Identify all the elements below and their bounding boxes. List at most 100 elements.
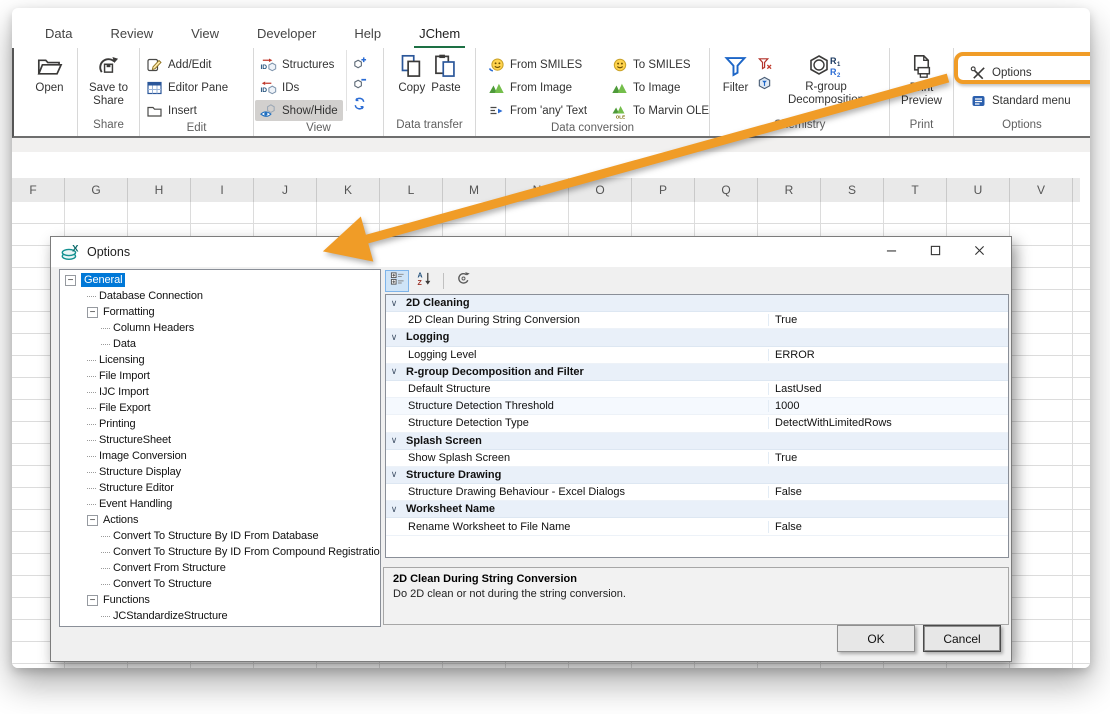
editor-pane-button[interactable]: Editor Pane (141, 77, 233, 98)
property-category-structure-drawing[interactable]: ∨Structure Drawing (386, 467, 1008, 484)
clear-filter-icon[interactable] (757, 56, 772, 71)
property-value[interactable]: True (768, 314, 1008, 326)
collapse-chevron-icon[interactable]: ∨ (386, 469, 402, 480)
refresh-icon[interactable] (352, 96, 367, 111)
tree-item-image-conversion[interactable]: Image Conversion (60, 448, 380, 464)
property-row-rename-worksheet-to-file-name[interactable]: Rename Worksheet to File NameFalse (386, 518, 1008, 535)
from-smiles-button[interactable]: From SMILES (483, 54, 587, 75)
tree-item-file-export[interactable]: File Export (60, 400, 380, 416)
property-category-r-group-decomposition-and-filter[interactable]: ∨R-group Decomposition and Filter (386, 364, 1008, 381)
tree-item-licensing[interactable]: Licensing (60, 352, 380, 368)
hexagon-minus-icon[interactable] (352, 76, 367, 91)
tree-item-printing[interactable]: Printing (60, 416, 380, 432)
hexagon-filter-icon[interactable] (757, 76, 772, 91)
tree-item-data[interactable]: Data (60, 336, 380, 352)
column-header-v[interactable]: V (1010, 178, 1073, 202)
tree-item-formatting[interactable]: −Formatting (60, 304, 380, 320)
ids-button[interactable]: ID IDs (255, 77, 304, 98)
menu-tab-data[interactable]: Data (26, 20, 91, 47)
insert-button[interactable]: Insert (141, 100, 202, 121)
tree-item-functions[interactable]: −Functions (60, 592, 380, 608)
close-button[interactable] (957, 239, 1001, 265)
property-row-2d-clean-during-string-conversion[interactable]: 2D Clean During String ConversionTrue (386, 312, 1008, 329)
property-value[interactable]: True (768, 452, 1008, 464)
dialog-title-bar[interactable]: X Options (51, 237, 1011, 267)
menu-tab-jchem[interactable]: JChem (400, 20, 479, 47)
tree-expander-icon[interactable]: − (87, 515, 98, 526)
property-row-structure-detection-type[interactable]: Structure Detection TypeDetectWithLimite… (386, 415, 1008, 432)
property-row-show-splash-screen[interactable]: Show Splash ScreenTrue (386, 450, 1008, 467)
open-button[interactable]: Open (32, 50, 66, 95)
tree-item-structure-editor[interactable]: Structure Editor (60, 480, 380, 496)
property-value[interactable]: DetectWithLimitedRows (768, 417, 1008, 429)
save-to-share-button[interactable]: Save to Share (79, 50, 138, 108)
minimize-button[interactable] (869, 239, 913, 265)
tree-item-ijc-import[interactable]: IJC Import (60, 384, 380, 400)
collapse-chevron-icon[interactable]: ∨ (386, 435, 402, 446)
column-header-g[interactable]: G (65, 178, 128, 202)
menu-tab-developer[interactable]: Developer (238, 20, 335, 47)
property-row-default-structure[interactable]: Default StructureLastUsed (386, 381, 1008, 398)
from-any-text-button[interactable]: From 'any' Text (483, 100, 592, 121)
property-value[interactable]: LastUsed (768, 383, 1008, 395)
tree-item-database-connection[interactable]: Database Connection (60, 288, 380, 304)
property-value[interactable]: False (768, 486, 1008, 498)
ok-button[interactable]: OK (837, 625, 915, 652)
column-header-q[interactable]: Q (695, 178, 758, 202)
collapse-chevron-icon[interactable]: ∨ (386, 366, 402, 377)
show-hide-button[interactable]: Show/Hide (255, 100, 343, 121)
from-image-button[interactable]: From Image (483, 77, 577, 98)
tree-expander-icon[interactable]: − (65, 275, 76, 286)
maximize-button[interactable] (913, 239, 957, 265)
column-header-o[interactable]: O (569, 178, 632, 202)
property-value[interactable]: 1000 (768, 400, 1008, 412)
tree-item-column-headers[interactable]: Column Headers (60, 320, 380, 336)
categorized-view-button[interactable] (385, 270, 409, 292)
tree-item-structure-display[interactable]: Structure Display (60, 464, 380, 480)
reset-button[interactable] (451, 270, 475, 292)
to-marvin-ole-button[interactable]: OLE To Marvin OLE (606, 100, 714, 121)
column-header-j[interactable]: J (254, 178, 317, 202)
tree-item-structuresheet[interactable]: StructureSheet (60, 432, 380, 448)
collapse-chevron-icon[interactable]: ∨ (386, 298, 402, 309)
column-header-r[interactable]: R (758, 178, 821, 202)
property-value[interactable]: False (768, 521, 1008, 533)
column-header-u[interactable]: U (947, 178, 1010, 202)
property-category-2d-cleaning[interactable]: ∨2D Cleaning (386, 295, 1008, 312)
cancel-button[interactable]: Cancel (923, 625, 1001, 652)
filter-button[interactable]: Filter (719, 50, 752, 95)
options-button[interactable]: Options (965, 63, 1037, 84)
menu-tab-review[interactable]: Review (91, 20, 172, 47)
standard-menu-button[interactable]: Standard menu (965, 91, 1076, 112)
tree-item-convert-to-structure-by-id-from-compound-registration[interactable]: Convert To Structure By ID From Compound… (60, 544, 380, 560)
tree-item-file-import[interactable]: File Import (60, 368, 380, 384)
alphabetical-sort-button[interactable]: AZ (412, 270, 436, 292)
tree-item-jcstandardizestructure[interactable]: JCStandardizeStructure (60, 608, 380, 624)
column-header-h[interactable]: H (128, 178, 191, 202)
property-category-logging[interactable]: ∨Logging (386, 329, 1008, 346)
collapse-chevron-icon[interactable]: ∨ (386, 332, 402, 343)
hexagon-plus-icon[interactable] (352, 56, 367, 71)
column-header-p[interactable]: P (632, 178, 695, 202)
column-header-k[interactable]: K (317, 178, 380, 202)
to-smiles-button[interactable]: To SMILES (606, 54, 696, 75)
property-category-worksheet-name[interactable]: ∨Worksheet Name (386, 501, 1008, 518)
collapse-chevron-icon[interactable]: ∨ (386, 504, 402, 515)
menu-tab-help[interactable]: Help (335, 20, 400, 47)
tree-expander-icon[interactable]: − (87, 595, 98, 606)
property-value[interactable]: ERROR (768, 349, 1008, 361)
tree-item-convert-from-structure[interactable]: Convert From Structure (60, 560, 380, 576)
tree-item-convert-to-structure-by-id-from-database[interactable]: Convert To Structure By ID From Database (60, 528, 380, 544)
copy-button[interactable]: Copy (395, 50, 428, 95)
column-header-n[interactable]: N (506, 178, 569, 202)
paste-button[interactable]: Paste (428, 50, 463, 95)
column-header-f[interactable]: F (12, 178, 65, 202)
tree-expander-icon[interactable]: − (87, 307, 98, 318)
structures-button[interactable]: ID Structures (255, 54, 339, 75)
tree-item-general[interactable]: −General (60, 272, 380, 288)
column-header-t[interactable]: T (884, 178, 947, 202)
tree-item-convert-to-structure[interactable]: Convert To Structure (60, 576, 380, 592)
column-header-s[interactable]: S (821, 178, 884, 202)
menu-tab-view[interactable]: View (172, 20, 238, 47)
tree-item-event-handling[interactable]: Event Handling (60, 496, 380, 512)
